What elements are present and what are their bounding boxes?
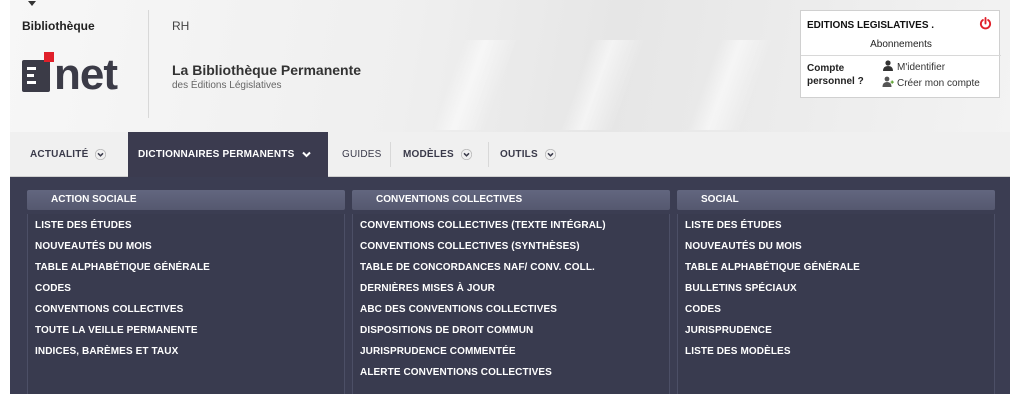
menu-item[interactable]: DISPOSITIONS DE DROIT COMMUN	[360, 325, 533, 336]
company-name: EDITIONS LEGISLATIVES .	[807, 20, 935, 31]
main-nav: ACTUALITÉ DICTIONNAIRES PERMANENTS GUIDE…	[10, 132, 1010, 177]
chevron-down-icon	[95, 149, 107, 160]
menu-item[interactable]: DERNIÈRES MISES À JOUR	[360, 283, 495, 294]
power-icon[interactable]	[979, 17, 992, 30]
nav-dictionnaires-label: DICTIONNAIRES PERMANENTS	[138, 149, 295, 160]
menu-item[interactable]: CODES	[685, 304, 721, 315]
menu-item[interactable]: CONVENTIONS COLLECTIVES (TEXTE INTÉGRAL)	[360, 220, 606, 231]
menu-item[interactable]: BULLETINS SPÉCIAUX	[685, 283, 797, 294]
menu-item[interactable]: LISTE DES ÉTUDES	[685, 220, 782, 231]
chevron-down-icon	[544, 149, 556, 160]
dropdown-column-social: SOCIAL LISTE DES ÉTUDES NOUVEAUTÉS DU MO…	[677, 190, 995, 394]
rh-link[interactable]: RH	[172, 19, 189, 33]
dropdown-column-conventions-collectives: CONVENTIONS COLLECTIVES CONVENTIONS COLL…	[352, 190, 670, 394]
nav-modeles[interactable]: MODÈLES	[403, 132, 472, 177]
create-account-label: Créer mon compte	[897, 78, 980, 89]
brand-title: La Bibliothèque Permanente	[172, 62, 362, 78]
dictionnaires-dropdown: ACTION SOCIALE LISTE DES ÉTUDES NOUVEAUT…	[10, 177, 1010, 394]
menu-item[interactable]: JURISPRUDENCE COMMENTÉE	[360, 346, 516, 357]
nav-dictionnaires-permanents[interactable]: DICTIONNAIRES PERMANENTS	[128, 132, 328, 177]
column-header[interactable]: SOCIAL	[677, 190, 995, 210]
create-account-link[interactable]: Créer mon compte	[882, 76, 980, 89]
library-selector[interactable]: Bibliothèque	[22, 19, 95, 33]
subscriptions-link[interactable]: Abonnements	[801, 39, 1001, 50]
user-icon	[883, 60, 893, 71]
menu-item[interactable]: JURISPRUDENCE	[685, 325, 772, 336]
chevron-down-icon	[460, 149, 472, 160]
menu-item[interactable]: CODES	[35, 283, 71, 294]
menu-item[interactable]: TABLE ALPHABÉTIQUE GÉNÉRALE	[35, 262, 210, 273]
menu-item[interactable]: ALERTE CONVENTIONS COLLECTIVES	[360, 367, 552, 378]
column-header[interactable]: CONVENTIONS COLLECTIVES	[352, 190, 670, 210]
logo-bar	[27, 81, 36, 84]
chevron-down-icon	[302, 151, 312, 158]
header-divider	[148, 10, 149, 118]
nav-guides[interactable]: GUIDES	[342, 132, 382, 177]
nav-guides-label: GUIDES	[342, 149, 382, 160]
dropdown-column-action-sociale: ACTION SOCIALE LISTE DES ÉTUDES NOUVEAUT…	[27, 190, 345, 394]
nav-divider	[390, 142, 391, 167]
caret-down-icon[interactable]	[28, 1, 36, 6]
personal-account-label: Compte personnel ?	[807, 62, 877, 88]
nav-divider	[488, 142, 489, 167]
menu-item[interactable]: NOUVEAUTÉS DU MOIS	[685, 241, 802, 252]
menu-item[interactable]: LISTE DES MODÈLES	[685, 346, 791, 357]
menu-item[interactable]: TABLE ALPHABÉTIQUE GÉNÉRALE	[685, 262, 860, 273]
logo-red-square	[44, 52, 54, 62]
login-link[interactable]: M'identifier	[882, 60, 945, 73]
logo-text: net	[54, 50, 118, 99]
menu-item[interactable]: INDICES, BARÈMES ET TAUX	[35, 346, 178, 357]
elnet-logo[interactable]: net	[22, 52, 137, 100]
account-box: EDITIONS LEGISLATIVES . Abonnements Comp…	[800, 10, 1001, 98]
menu-item[interactable]: TOUTE LA VEILLE PERMANENTE	[35, 325, 198, 336]
menu-item[interactable]: CONVENTIONS COLLECTIVES	[35, 304, 183, 315]
compte-label-line2: personnel ?	[807, 76, 864, 87]
menu-item[interactable]: LISTE DES ÉTUDES	[35, 220, 132, 231]
brand-subtitle: des Éditions Législatives	[172, 80, 282, 91]
menu-item[interactable]: TABLE DE CONCORDANCES NAF/ CONV. COLL.	[360, 262, 595, 273]
user-add-icon	[882, 76, 894, 87]
nav-actualite-label: ACTUALITÉ	[30, 149, 89, 160]
logo-el-mark	[22, 60, 50, 92]
menu-item[interactable]: ABC DES CONVENTIONS COLLECTIVES	[360, 304, 557, 315]
compte-label-line1: Compte	[807, 63, 845, 74]
menu-item[interactable]: NOUVEAUTÉS DU MOIS	[35, 241, 152, 252]
nav-outils[interactable]: OUTILS	[500, 132, 556, 177]
nav-outils-label: OUTILS	[500, 149, 538, 160]
login-label: M'identifier	[897, 62, 946, 73]
account-divider	[801, 55, 1001, 56]
nav-modeles-label: MODÈLES	[403, 149, 454, 160]
menu-item[interactable]: CONVENTIONS COLLECTIVES (SYNTHÈSES)	[360, 241, 580, 252]
nav-actualite[interactable]: ACTUALITÉ	[30, 132, 107, 177]
column-header[interactable]: ACTION SOCIALE	[27, 190, 345, 210]
